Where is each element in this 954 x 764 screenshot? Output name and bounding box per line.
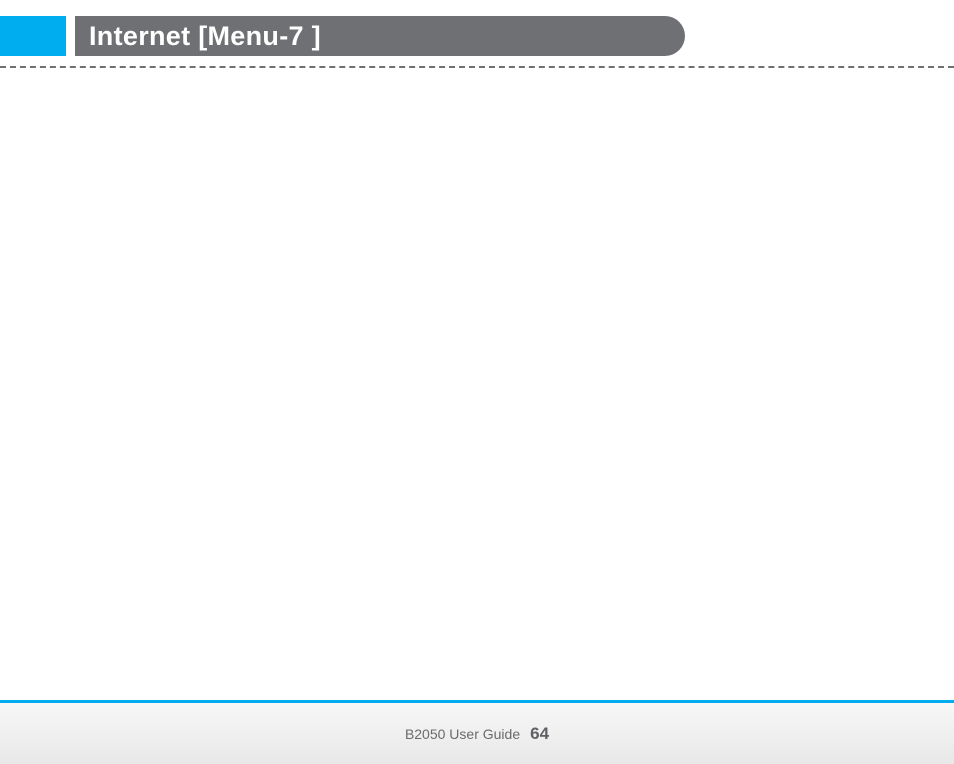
footer-bar: B2050 User Guide 64	[0, 703, 954, 764]
guide-label: B2050 User Guide	[405, 726, 520, 742]
section-title-pill: Internet [Menu-7 ]	[75, 16, 685, 56]
section-title: Internet [Menu-7 ]	[89, 21, 321, 52]
header-divider	[0, 66, 954, 68]
footer-content: B2050 User Guide 64	[405, 724, 549, 744]
page-footer: B2050 User Guide 64	[0, 700, 954, 764]
accent-square	[0, 16, 66, 56]
page-number: 64	[530, 724, 549, 744]
